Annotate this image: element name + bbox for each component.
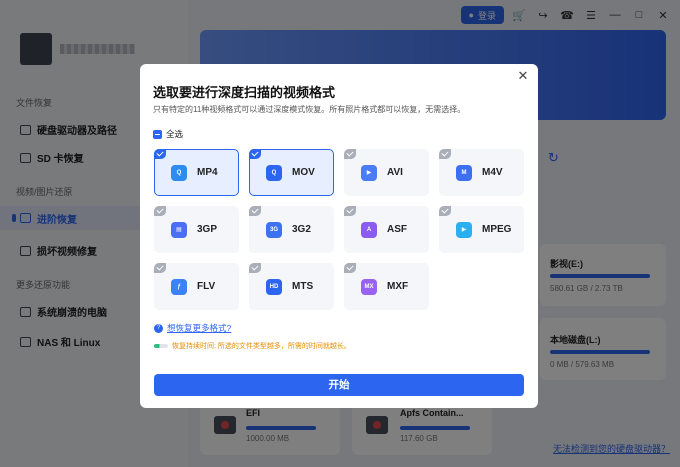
check-corner-icon: [344, 263, 356, 273]
file-3g2-icon: 3G: [266, 221, 282, 238]
more-formats-link[interactable]: ? 想恢复更多格式?: [154, 322, 231, 334]
format-label: MTS: [292, 281, 314, 292]
format-tile-3gp[interactable]: ▤ 3GP: [154, 206, 239, 253]
check-corner-icon: [249, 263, 261, 273]
check-corner-icon: [154, 206, 166, 216]
quicktime-icon: Q: [266, 164, 282, 181]
format-tile-mp4[interactable]: Q MP4: [154, 149, 239, 196]
check-corner-icon: [439, 149, 451, 159]
format-select-dialog: 选取要进行深度扫描的视频格式 只有特定的11种视频格式可以通过深度模式恢复。所有…: [140, 64, 538, 408]
checkbox-partial-icon: [153, 129, 162, 139]
asf-icon: A: [361, 221, 377, 238]
m4v-icon: M: [456, 164, 472, 181]
play-icon: ▶: [456, 221, 472, 238]
check-corner-icon: [154, 149, 166, 159]
format-tile-3g2[interactable]: 3G 3G2: [249, 206, 334, 253]
clapper-icon: ▶: [361, 164, 377, 181]
check-corner-icon: [249, 149, 261, 159]
mxf-icon: MX: [361, 278, 377, 295]
check-corner-icon: [344, 206, 356, 216]
quicktime-icon: Q: [171, 164, 187, 181]
start-button[interactable]: 开始: [154, 374, 524, 396]
format-label: FLV: [197, 281, 216, 292]
format-label: MOV: [292, 167, 315, 178]
format-tile-mpeg[interactable]: ▶ MPEG: [439, 206, 524, 253]
format-label: MPEG: [482, 224, 512, 235]
format-label: MP4: [197, 167, 218, 178]
check-corner-icon: [439, 206, 451, 216]
format-tile-mxf[interactable]: MX MXF: [344, 263, 429, 310]
format-tile-avi[interactable]: ▶ AVI: [344, 149, 429, 196]
dialog-title: 选取要进行深度扫描的视频格式: [153, 85, 336, 100]
file-icon: ▤: [171, 221, 187, 238]
format-label: 3G2: [292, 224, 311, 235]
format-tile-mov[interactable]: Q MOV: [249, 149, 334, 196]
format-label: M4V: [482, 167, 503, 178]
check-corner-icon: [154, 263, 166, 273]
check-corner-icon: [249, 206, 261, 216]
close-icon[interactable]: ✕: [515, 68, 531, 84]
duration-warning: 恢复持续时间: 所选的文件类型越多，所需的时间就越长。: [154, 341, 351, 351]
duration-meter-icon: [154, 344, 168, 348]
format-tile-asf[interactable]: A ASF: [344, 206, 429, 253]
format-label: MXF: [387, 281, 409, 292]
dialog-subtitle: 只有特定的11种视频格式可以通过深度模式恢复。所有照片格式都可以恢复，无需选择。: [153, 105, 466, 114]
format-label: AVI: [387, 167, 403, 178]
flash-icon: ƒ: [171, 278, 187, 295]
check-corner-icon: [344, 149, 356, 159]
format-tile-m4v[interactable]: M M4V: [439, 149, 524, 196]
question-icon: ?: [154, 323, 163, 333]
format-tile-flv[interactable]: ƒ FLV: [154, 263, 239, 310]
format-label: ASF: [387, 224, 407, 235]
hd-icon: HD: [266, 278, 282, 295]
select-all-checkbox[interactable]: 全选: [153, 128, 183, 140]
format-label: 3GP: [197, 224, 218, 235]
format-tile-mts[interactable]: HD MTS: [249, 263, 334, 310]
